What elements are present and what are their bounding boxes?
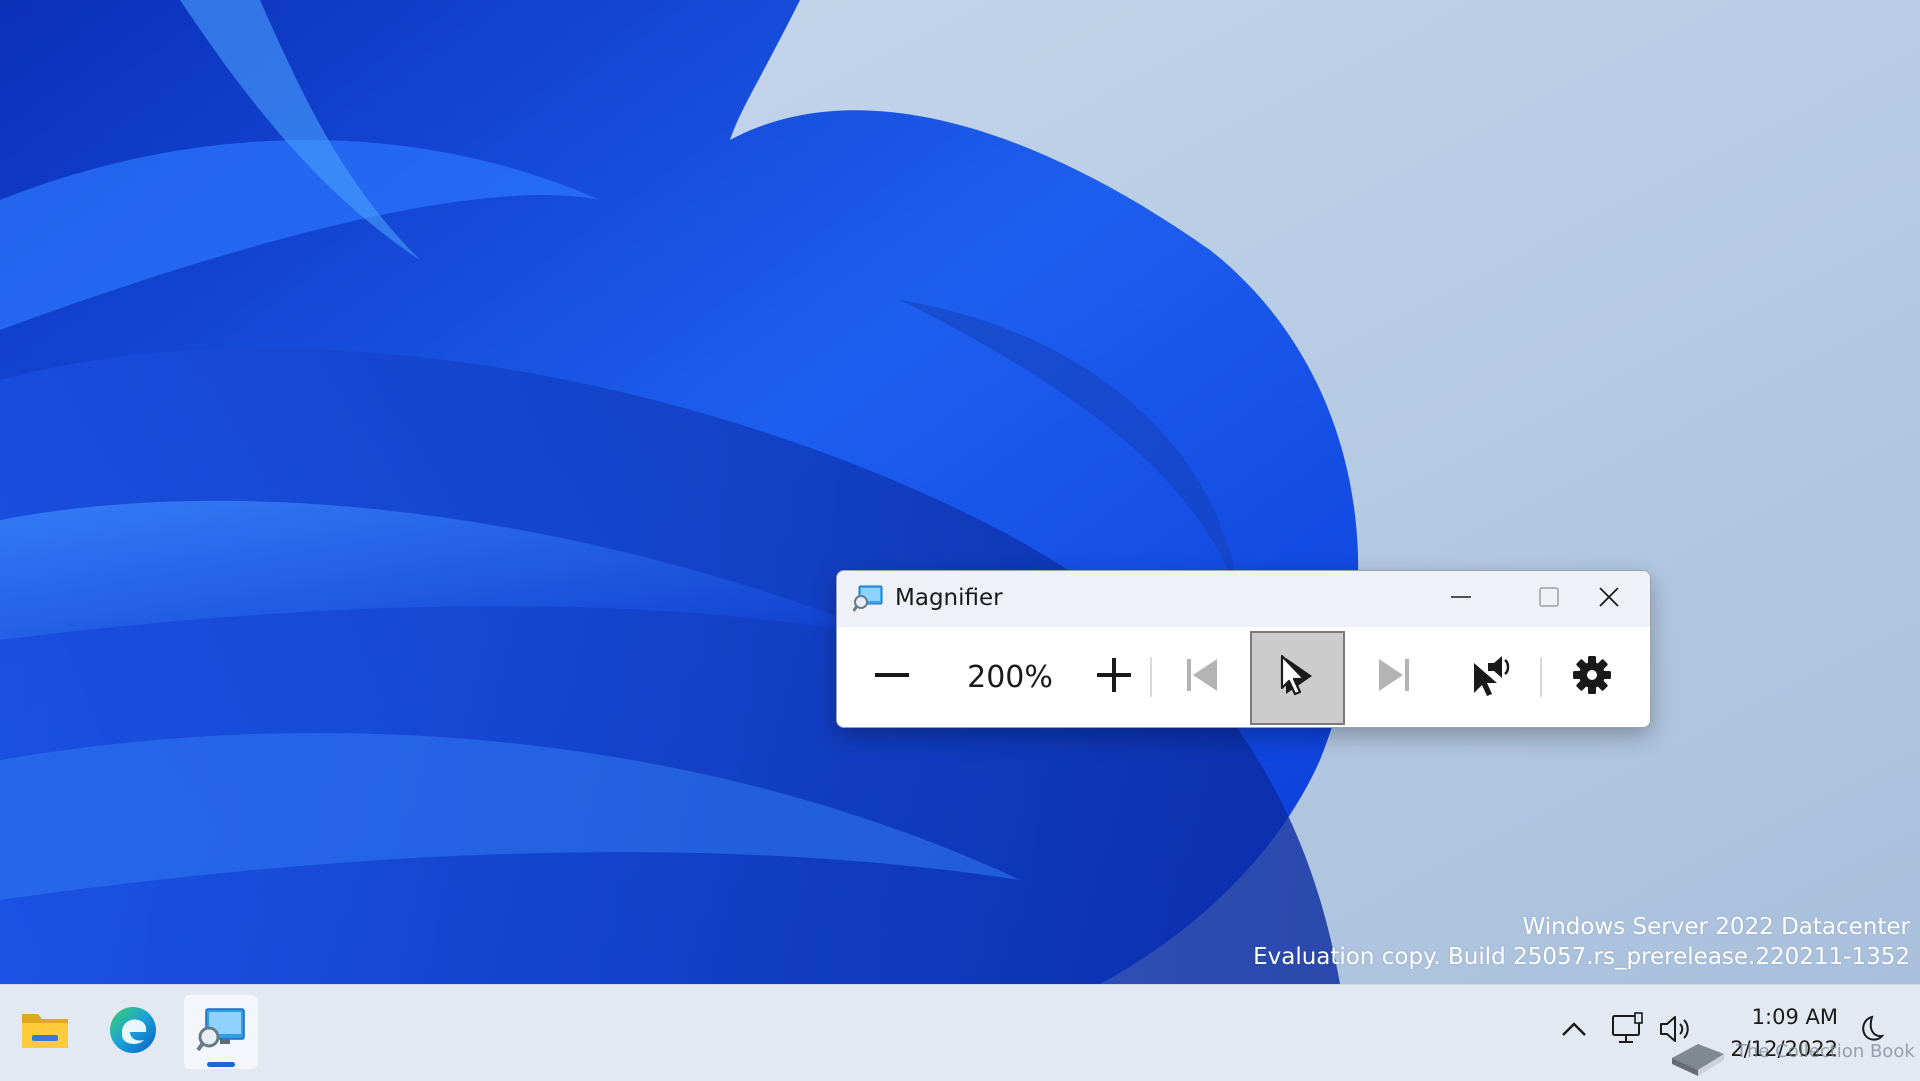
desktop-wallpaper [0,0,1920,984]
toolbar-separator [1150,657,1152,697]
network-icon [1611,1011,1645,1051]
pointer-play-icon [1276,652,1320,705]
magnifier-titlebar[interactable]: Magnifier [837,571,1650,627]
close-icon [1598,586,1620,613]
read-aloud-button[interactable] [1455,645,1529,709]
network-button[interactable] [1608,1011,1648,1051]
book-logo-icon [1668,1024,1728,1076]
close-button[interactable] [1569,571,1649,627]
zoom-level: 200% [967,659,1053,695]
next-button[interactable] [1359,647,1429,707]
pointer-speaker-icon [1470,653,1514,702]
magnifier-window: Magnifier 200% [836,570,1651,728]
zoom-out-button[interactable] [857,647,927,707]
taskbar-edge[interactable] [96,995,170,1069]
skip-previous-icon [1183,656,1221,699]
window-title: Magnifier [895,585,1003,611]
chevron-up-icon [1560,1019,1588,1044]
zoom-in-button[interactable] [1079,647,1149,707]
taskbar-file-explorer[interactable] [8,995,82,1069]
show-hidden-icons-button[interactable] [1556,1013,1592,1049]
toolbar-separator [1540,657,1542,697]
taskbar-magnifier[interactable] [184,995,258,1069]
maximize-icon [1538,586,1560,613]
plus-icon [1095,656,1133,699]
overlay-caption: The Collection Book [1736,1041,1915,1062]
settings-button[interactable] [1557,647,1627,707]
watermark-build: Evaluation copy. Build 25057.rs_prerelea… [1253,944,1910,970]
magnifier-toolbar: 200% [837,627,1650,727]
previous-button[interactable] [1167,647,1237,707]
active-app-indicator [207,1062,235,1067]
magnifier-icon [196,1007,246,1058]
minus-icon [873,656,911,699]
read-from-here-button[interactable] [1250,631,1345,725]
clock-time: 1:09 AM [1751,1005,1838,1029]
taskbar: 1:09 AM 2/12/2022 [0,984,1920,1081]
watermark-edition: Windows Server 2022 Datacenter [1522,914,1910,940]
file-explorer-icon [20,1008,70,1057]
minimize-icon [1450,586,1472,613]
minimize-button[interactable] [1417,571,1505,627]
magnifier-app-icon [852,585,883,613]
windows-watermark: Windows Server 2022 Datacenter Evaluatio… [1253,912,1910,972]
edge-icon [108,1005,158,1060]
gear-icon [1572,655,1612,700]
skip-next-icon [1375,656,1413,699]
